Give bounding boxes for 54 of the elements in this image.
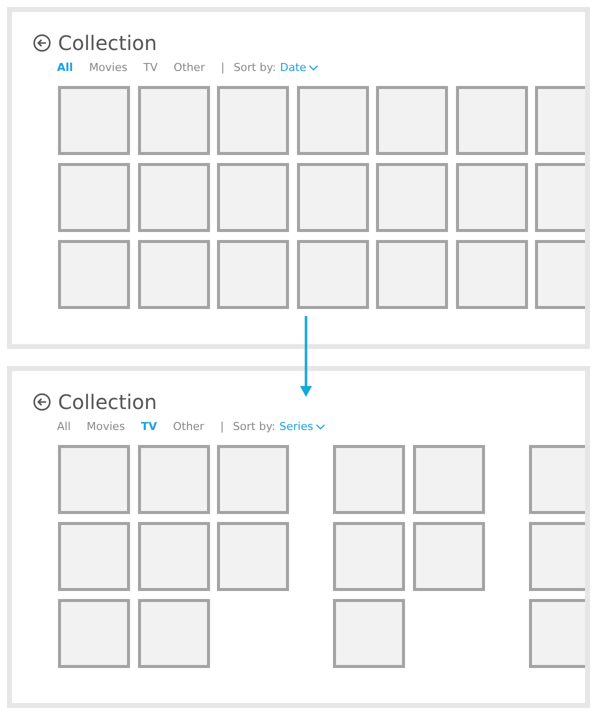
tile-placeholder[interactable] [333,599,405,668]
filter-tab[interactable]: Other [174,60,205,76]
tile-placeholder[interactable] [217,240,289,309]
tile-placeholder[interactable] [138,86,210,155]
chevron-down-icon[interactable] [316,424,326,430]
sort-label: Sort by: [232,419,276,435]
filter-tab[interactable]: All [57,419,71,435]
tile-placeholder[interactable] [138,522,210,591]
tile-placeholder[interactable] [376,240,448,309]
tile-placeholder[interactable] [58,163,130,232]
tile-placeholder[interactable] [138,163,210,232]
sort-dropdown[interactable]: Series [279,419,326,435]
tile-placeholder[interactable] [412,445,484,514]
tile-placeholder[interactable] [58,445,130,514]
filter-tab[interactable]: Other [172,419,204,435]
tile-placeholder[interactable] [296,163,368,232]
page-title: Collection [58,30,157,56]
tile-placeholder[interactable] [217,445,289,514]
page-title: Collection [58,389,157,415]
tile-placeholder[interactable] [456,86,528,155]
tile-placeholder[interactable] [296,86,368,155]
filter-tab[interactable]: All [57,60,74,76]
tile-placeholder[interactable] [217,522,289,591]
tile-placeholder[interactable] [376,86,448,155]
tile-placeholder[interactable] [528,445,585,514]
filter-tab[interactable]: Movies [86,419,125,435]
sort-label: Sort by: [234,60,276,76]
tile-placeholder[interactable] [528,599,585,668]
filter-tab[interactable]: TV [140,419,157,435]
tile-placeholder[interactable] [58,86,130,155]
tile-placeholder[interactable] [138,445,210,514]
tile-placeholder[interactable] [412,522,484,591]
filter-tab[interactable]: TV [143,60,158,76]
tile-placeholder[interactable] [333,445,405,514]
tile-placeholder[interactable] [528,522,585,591]
tile-placeholder[interactable] [138,240,210,309]
sort-dropdown[interactable]: Date [280,60,318,76]
separator: | [220,419,224,435]
back-icon[interactable] [33,393,51,411]
tile-placeholder[interactable] [217,86,289,155]
back-icon[interactable] [33,34,51,52]
tile-placeholder[interactable] [333,522,405,591]
tile-placeholder[interactable] [376,163,448,232]
tile-placeholder[interactable] [456,240,528,309]
filter-tab[interactable]: Movies [89,60,128,76]
separator: | [220,60,225,76]
tile-placeholder[interactable] [217,163,289,232]
tile-placeholder[interactable] [58,599,130,668]
chevron-down-icon[interactable] [309,65,318,71]
tile-placeholder[interactable] [58,522,130,591]
tile-placeholder[interactable] [138,599,210,668]
tile-placeholder[interactable] [58,240,130,309]
tile-placeholder[interactable] [456,163,528,232]
tile-placeholder[interactable] [296,240,368,309]
